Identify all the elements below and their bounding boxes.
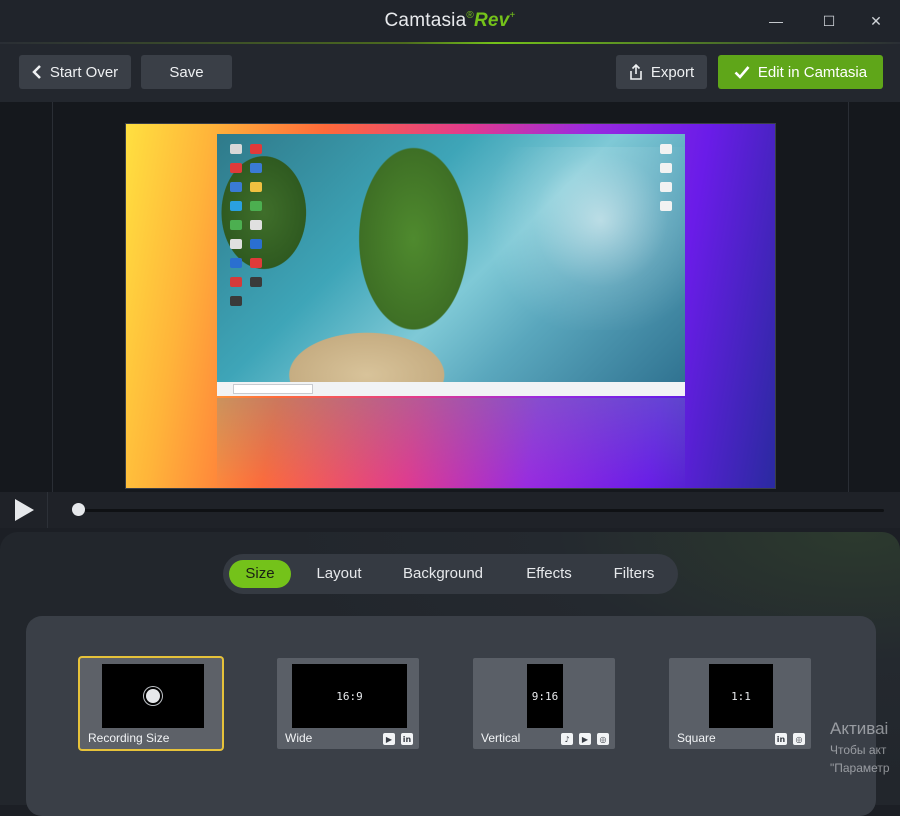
maximize-button[interactable]: ☐ [815,8,843,34]
export-label: Export [650,63,695,81]
tab-effects[interactable]: Effects [513,560,585,588]
size-option-wide[interactable]: 16:9 Wide ▶ in [277,658,419,749]
vertical-thumbnail: 9:16 [527,664,563,728]
save-button[interactable]: Save [141,55,232,89]
preview-reflection [217,398,685,488]
size-option-label: Recording Size [88,731,170,745]
edit-in-camtasia-label: Edit in Camtasia [757,63,868,81]
size-option-label: Vertical [481,731,521,745]
preview-canvas[interactable] [125,123,776,489]
size-option-vertical[interactable]: 9:16 Vertical ♪ ▶ ◎ [473,658,615,749]
size-option-square[interactable]: 1:1 Square in ◎ [669,658,811,749]
tiktok-icon: ♪ [561,733,573,745]
start-over-button[interactable]: Start Over [19,55,131,89]
tab-background[interactable]: Background [393,560,493,588]
instagram-icon: ◎ [597,733,609,745]
instagram-icon: ◎ [793,733,805,745]
tab-filters[interactable]: Filters [601,560,667,588]
share-icon [630,64,642,80]
size-option-label: Wide [285,731,313,745]
minimize-icon: — [769,13,783,29]
youtube-icon: ▶ [383,733,395,745]
size-option-recording[interactable]: Recording Size [80,658,222,749]
timeline-track[interactable] [78,509,884,512]
start-over-label: Start Over [49,63,119,81]
playback-bar [0,492,900,528]
close-icon: ✕ [870,12,882,29]
taskbar [217,382,685,396]
square-thumbnail: 1:1 [709,664,773,728]
wide-thumbnail: 16:9 [292,664,407,728]
tab-layout[interactable]: Layout [305,560,373,588]
watermark-line-3: "Параметр [830,761,890,775]
brand-plus: + [509,10,516,21]
toolbar: Start Over Save Export Edit in Camtasia [0,44,900,102]
desktop-icons-left-2 [239,138,273,296]
linkedin-icon: in [775,733,787,745]
watermark-line-1: Активаі [830,719,889,738]
play-button[interactable] [0,492,48,528]
export-button[interactable]: Export [616,55,707,89]
taskbar-search [233,384,313,394]
record-icon [146,689,160,703]
timeline-scrubber[interactable] [72,503,85,516]
youtube-icon: ▶ [579,733,591,745]
settings-panel: Size Layout Background Effects Filters R… [0,532,900,816]
desktop-icons-right [649,138,683,220]
close-button[interactable]: ✕ [862,8,890,34]
recording-preview [217,134,685,396]
maximize-icon: ☐ [822,12,836,29]
linkedin-icon: in [401,733,413,745]
windows-activation-watermark: Активаі Чтобы акт "Параметр [830,719,900,775]
tab-size[interactable]: Size [229,560,291,588]
settings-tabs: Size Layout Background Effects Filters [223,554,678,594]
checkmark-icon [734,66,750,79]
minimize-button[interactable]: — [762,8,790,34]
brand-name: Camtasia [384,10,467,31]
watermark-line-2: Чтобы акт [830,743,887,757]
recording-size-thumbnail [102,664,204,728]
brand-suffix: Rev [473,10,510,31]
size-option-label: Square [677,731,716,745]
play-icon [14,499,34,521]
save-label: Save [169,63,204,81]
edit-in-camtasia-button[interactable]: Edit in Camtasia [718,55,883,89]
title-bar: Camtasia®Rev+ — ☐ ✕ [0,0,900,42]
chevron-left-icon [32,65,41,79]
size-presets: Recording Size 16:9 Wide ▶ in 9:16 Verti… [26,616,876,816]
